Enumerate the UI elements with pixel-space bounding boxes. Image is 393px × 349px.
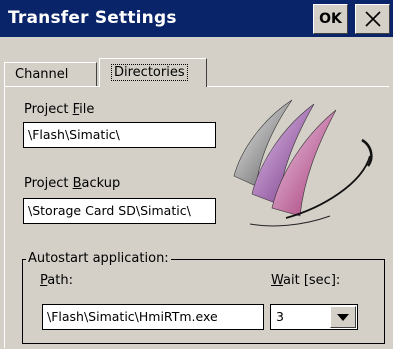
autostart-group-title: Autostart application: xyxy=(26,251,171,266)
close-icon xyxy=(364,11,381,27)
wait-value: 3 xyxy=(276,309,284,324)
ok-button[interactable]: OK xyxy=(313,4,348,34)
chevron-down-icon xyxy=(337,314,349,321)
tab-directories-label: Directories xyxy=(111,64,188,81)
wait-dropdown-button[interactable] xyxy=(330,306,356,328)
window-title: Transfer Settings xyxy=(8,8,177,28)
simatic-logo-icon xyxy=(233,99,373,227)
project-backup-input[interactable]: \Storage Card SD\Simatic\ xyxy=(23,198,216,224)
title-bar: Transfer Settings OK xyxy=(0,0,393,37)
tab-directories[interactable]: Directories xyxy=(99,58,207,87)
wait-select[interactable]: 3 xyxy=(270,304,358,330)
tab-channel[interactable]: Channel xyxy=(4,62,97,86)
close-button[interactable] xyxy=(355,4,390,34)
path-input[interactable]: \Flash\Simatic\HmiRTm.exe xyxy=(42,304,264,330)
project-file-input[interactable]: \Flash\Simatic\ xyxy=(23,122,216,148)
autostart-group xyxy=(22,259,385,344)
project-backup-label: Project Backup xyxy=(24,176,121,191)
wait-label: Wait [sec]: xyxy=(271,273,341,288)
project-file-label: Project File xyxy=(24,102,95,117)
path-label: Path: xyxy=(40,273,73,288)
